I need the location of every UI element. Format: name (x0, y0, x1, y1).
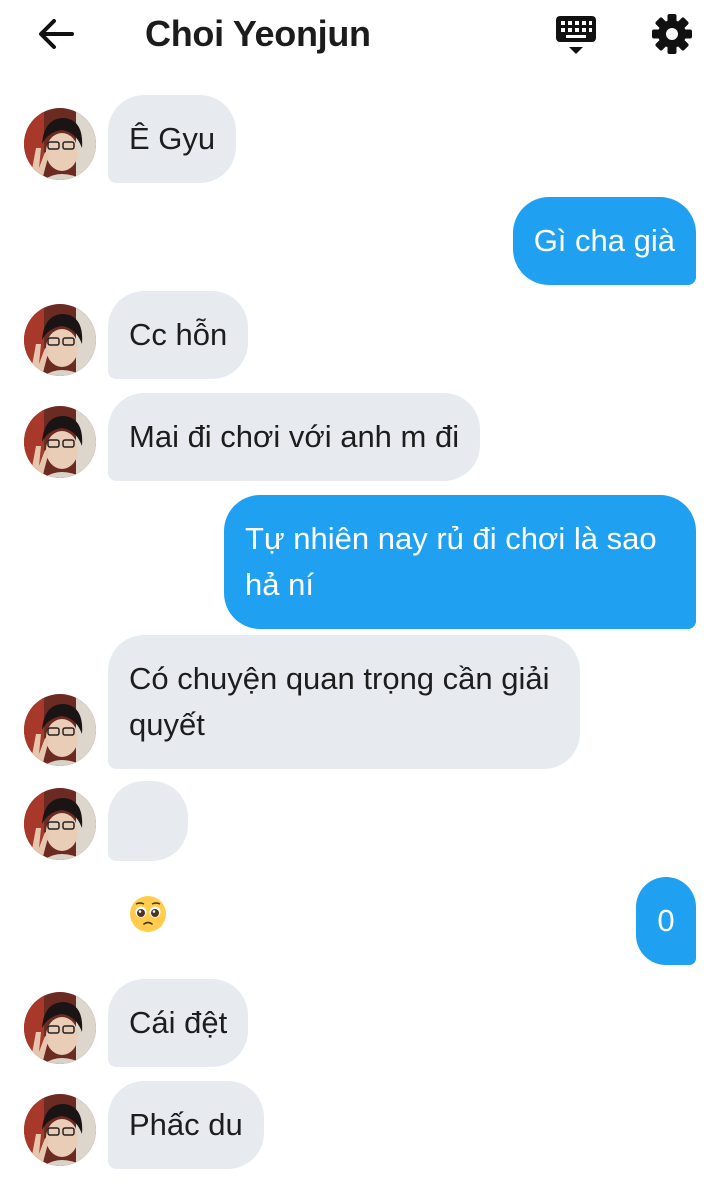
pleading-face-emoji-icon (130, 896, 166, 932)
arrow-left-icon (39, 19, 74, 49)
message-bubble-sent[interactable]: Gì cha già (512, 197, 696, 285)
message-bubble-sent[interactable]: Tự nhiên nay rủ đi chơi là sao hả ní (224, 495, 696, 629)
keyboard-button[interactable] (552, 12, 600, 58)
chat-header: Choi Yeonjun (0, 0, 720, 72)
profile-photo-icon (24, 694, 96, 766)
message-bubble-received[interactable]: Phấc du (108, 1081, 264, 1169)
message-bubble-received[interactable]: Mai đi chơi với anh m đi (108, 393, 481, 481)
profile-photo-icon (24, 788, 96, 860)
avatar[interactable] (24, 788, 96, 860)
avatar[interactable] (24, 304, 96, 376)
avatar[interactable] (24, 992, 96, 1064)
avatar[interactable] (24, 108, 96, 180)
profile-photo-icon (24, 108, 96, 180)
contact-name: Choi Yeonjun (145, 13, 371, 54)
avatar[interactable] (24, 406, 96, 478)
profile-photo-icon (24, 304, 96, 376)
profile-photo-icon (24, 1094, 96, 1166)
message-bubble-received[interactable]: Cc hỗn (108, 291, 249, 379)
avatar[interactable] (24, 694, 96, 766)
message-bubble-received[interactable]: Có chuyện quan trọng cần giải quyết (108, 635, 580, 769)
back-button[interactable] (32, 10, 80, 58)
profile-photo-icon (24, 406, 96, 478)
gear-icon (652, 14, 692, 54)
profile-photo-icon (24, 992, 96, 1064)
avatar[interactable] (24, 1094, 96, 1166)
settings-button[interactable] (648, 10, 696, 58)
message-bubble-received[interactable]: 🥺 (108, 781, 188, 932)
keyboard-icon (556, 16, 596, 54)
message-bubble-received[interactable]: Ê Gyu (108, 95, 237, 183)
message-bubble-sent[interactable]: 0 (636, 877, 696, 965)
message-bubble-received[interactable]: Cái đệt (108, 979, 249, 1067)
